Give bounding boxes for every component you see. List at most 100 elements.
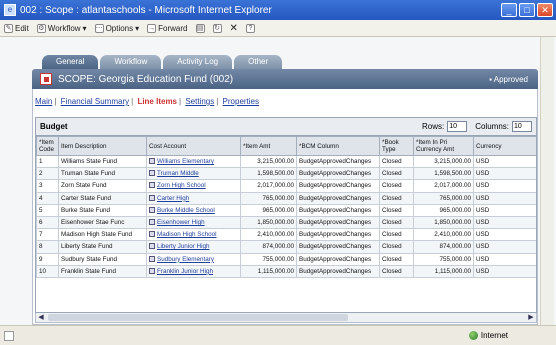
delete-button[interactable]: ✕ <box>230 23 238 34</box>
table-row[interactable]: 4 Carter State Fund Carter High 765,000.00 B… <box>36 191 536 205</box>
edit-label: Edit <box>15 23 29 33</box>
table-row[interactable]: 2 Truman State Fund Truman Middle 1,598,500… <box>36 167 536 181</box>
table-cell: 755,000.00 <box>240 252 297 266</box>
table-cell: USD <box>473 228 536 242</box>
table-cell: BudgetApprovedChanges <box>296 264 380 278</box>
cost-account-link[interactable]: Franklin Junior High <box>157 268 213 275</box>
cost-account-icon <box>149 170 155 177</box>
subnav: Main | Financial Summary | Line Items | Set… <box>35 97 260 106</box>
table-cell: 765,000.00 <box>413 191 474 205</box>
table-row[interactable]: 5 Burke State Fund Burke Middle School 965,… <box>36 203 536 217</box>
workflow-menu[interactable]: ⚙ Workflow ▾ <box>36 23 87 33</box>
column-header[interactable]: *Item In Pri Currency Amt <box>413 136 474 156</box>
table-cell: USD <box>473 179 536 193</box>
table-cell: USD <box>473 191 536 205</box>
document-icon <box>40 73 52 85</box>
cost-account-link[interactable]: Sudbury Elementary <box>157 256 214 263</box>
tab-activity-log[interactable]: Activity Log <box>163 55 233 69</box>
tab-workflow[interactable]: Workflow <box>100 55 162 69</box>
table-row[interactable]: 9 Sudbury State Fund Sudbury Elementary 755… <box>36 252 536 266</box>
table-cell: Liberty State Fund <box>58 240 147 254</box>
table-cell: USD <box>473 154 536 169</box>
table-cell: 7 <box>36 228 59 242</box>
table-cell: 1 <box>36 154 59 169</box>
vertical-scrollbar[interactable] <box>540 37 554 325</box>
column-header[interactable]: Currency <box>473 136 536 156</box>
table-cell: 1,850,000.00 <box>413 215 474 230</box>
maximize-button[interactable]: □ <box>519 3 535 17</box>
column-header[interactable]: *Book Type <box>379 136 414 156</box>
subnav-settings[interactable]: Settings <box>185 97 214 106</box>
table-row[interactable]: 10 Franklin State Fund Franklin Junior Hig… <box>36 264 536 278</box>
scope-header: SCOPE: Georgia Education Fund (002) ▪ Ap… <box>32 69 538 89</box>
column-header[interactable]: Cost Account <box>146 136 241 156</box>
cost-account-link[interactable]: Madison High School <box>157 231 217 238</box>
table-row[interactable]: 7 Madison High State Fund Madison High Sch… <box>36 228 536 242</box>
tab-general[interactable]: General <box>42 55 99 69</box>
app-content: General Workflow Activity Log Other SCOP… <box>0 37 556 325</box>
cost-account-link[interactable]: Truman Middle <box>157 170 199 177</box>
table-cell: 3 <box>36 179 59 193</box>
table-cell: 2,017,000.00 <box>240 179 297 193</box>
close-button[interactable]: ✕ <box>537 3 553 17</box>
edit-button[interactable]: ✎ Edit <box>4 23 29 33</box>
cost-account-link[interactable]: Carter High <box>157 195 189 202</box>
columns-input[interactable] <box>512 121 532 132</box>
table-cell: Franklin State Fund <box>58 264 147 278</box>
refresh-button[interactable]: ↻ <box>212 23 222 33</box>
table-cell: 874,000.00 <box>240 240 297 254</box>
horizontal-scrollbar[interactable]: ◀ ▶ <box>35 313 537 323</box>
columns-control: Columns: <box>475 121 532 132</box>
table-row[interactable]: 6 Eisenhower Stae Func Eisenhower High 1,85… <box>36 215 536 230</box>
column-header[interactable]: *BCM Column <box>296 136 380 156</box>
table-cell: BudgetApprovedChanges <box>296 203 380 217</box>
line-items-table: *Item Code Item Description Cost Account *I… <box>36 136 536 278</box>
help-icon: ? <box>245 23 255 33</box>
minimize-button[interactable]: _ <box>501 3 517 17</box>
scroll-left-icon[interactable]: ◀ <box>36 313 46 322</box>
table-cell: USD <box>473 203 536 217</box>
table-cell: Closed <box>379 203 414 217</box>
subnav-properties[interactable]: Properties <box>223 97 259 106</box>
table-cell: Sudbury Elementary <box>146 252 241 266</box>
zone-label: Internet <box>480 331 508 340</box>
rows-input[interactable] <box>447 121 468 132</box>
forward-button[interactable]: → Forward <box>147 23 188 33</box>
cost-account-link[interactable]: Zorn High School <box>157 182 206 189</box>
table-cell: 6 <box>36 215 59 230</box>
table-cell: Franklin Junior High <box>146 264 241 278</box>
table-cell: 965,000.00 <box>413 203 474 217</box>
column-header[interactable]: Item Description <box>58 136 147 156</box>
table-cell: USD <box>473 264 536 278</box>
table-cell: Zorn State Fund <box>58 179 147 193</box>
table-row[interactable]: 3 Zorn State Fund Zorn High School 2,017,00… <box>36 179 536 193</box>
help-button[interactable]: ? <box>245 23 255 33</box>
subnav-financial-summary[interactable]: Financial Summary <box>61 97 129 106</box>
workflow-label: Workflow <box>47 23 81 33</box>
print-button[interactable]: ▤ <box>195 23 205 33</box>
options-label: Options <box>105 23 134 33</box>
table-cell: BudgetApprovedChanges <box>296 215 380 230</box>
table-row[interactable]: 1 Williams State Fund Williams Elementary 3… <box>36 154 536 169</box>
tab-other[interactable]: Other <box>234 55 283 69</box>
table-cell: BudgetApprovedChanges <box>296 252 380 266</box>
scroll-right-icon[interactable]: ▶ <box>526 313 536 322</box>
options-menu[interactable]: ⋯ Options ▾ <box>94 23 139 33</box>
cost-account-link[interactable]: Eisenhower High <box>157 219 205 226</box>
table-row[interactable]: 8 Liberty State Fund Liberty Junior High 87… <box>36 240 536 254</box>
table-header-row: *Item Code Item Description Cost Account *I… <box>36 136 536 156</box>
cost-account-link[interactable]: Williams Elementary <box>157 158 214 165</box>
cost-account-icon <box>149 231 155 238</box>
subnav-main[interactable]: Main <box>35 97 52 106</box>
table-body: 1 Williams State Fund Williams Elementary 3… <box>36 154 536 278</box>
options-icon: ⋯ <box>94 23 104 33</box>
refresh-icon: ↻ <box>212 23 222 33</box>
cost-account-link[interactable]: Burke Middle School <box>157 207 215 214</box>
scrollbar-thumb[interactable] <box>48 314 348 321</box>
globe-icon <box>468 331 478 340</box>
cost-account-link[interactable]: Liberty Junior High <box>157 243 210 250</box>
table-cell: Closed <box>379 191 414 205</box>
column-header[interactable]: *Item Code <box>36 136 59 156</box>
column-header[interactable]: *Item Amt <box>240 136 297 156</box>
table-cell: BudgetApprovedChanges <box>296 228 380 242</box>
